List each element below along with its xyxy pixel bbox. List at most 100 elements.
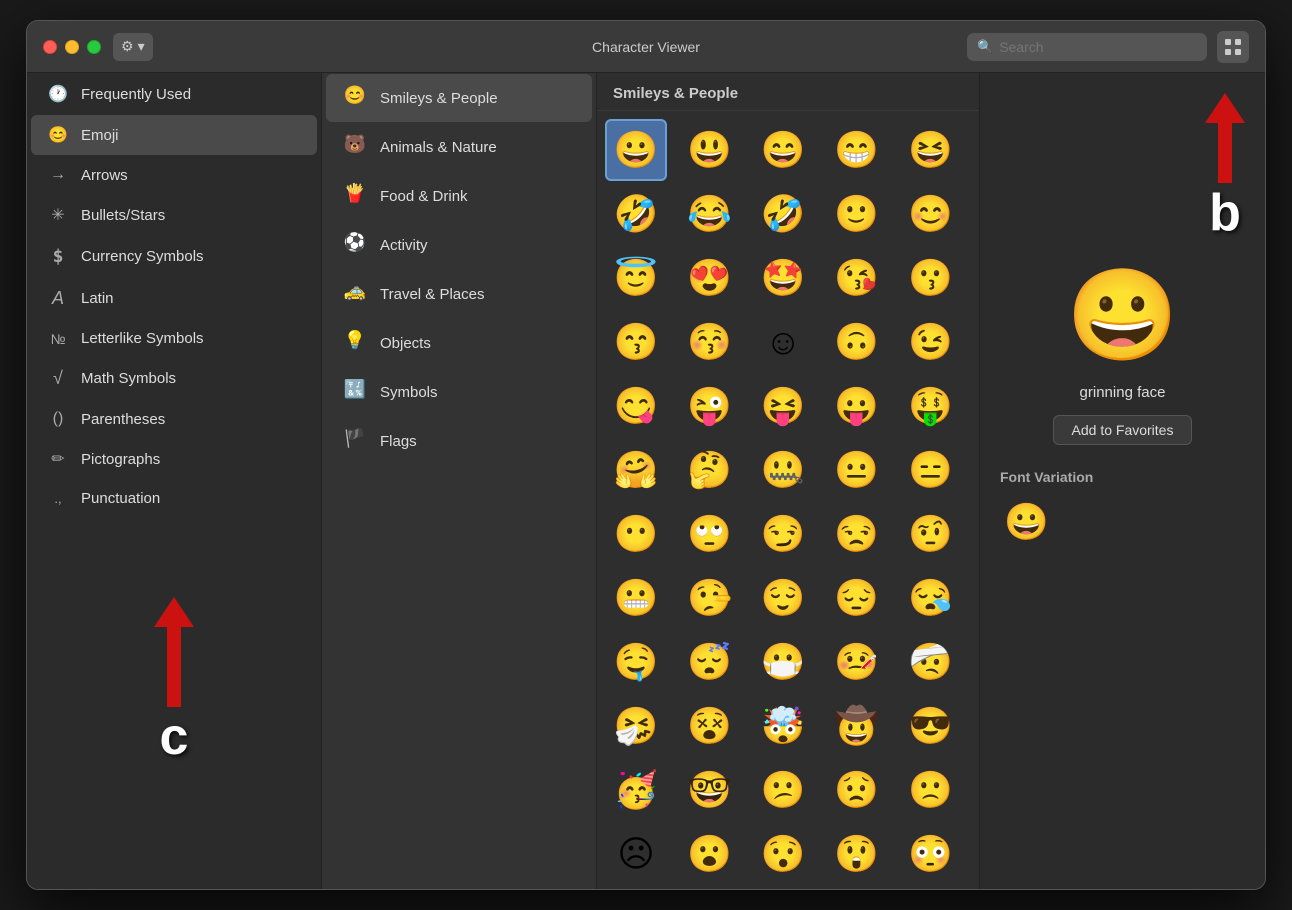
- sidebar-item-latin[interactable]: A Latin: [31, 278, 317, 319]
- gear-button[interactable]: ⚙ ▾: [113, 33, 153, 61]
- add-to-favorites-button[interactable]: Add to Favorites: [1053, 415, 1193, 445]
- emoji-cell[interactable]: 🤐: [752, 439, 814, 501]
- emoji-cell[interactable]: 😊: [899, 183, 961, 245]
- emoji-cell[interactable]: 🤑: [899, 375, 961, 437]
- emoji-cell[interactable]: 😰: [899, 887, 961, 889]
- emoji-cell[interactable]: 😁: [826, 119, 888, 181]
- emoji-cell[interactable]: 😄: [752, 119, 814, 181]
- emoji-cell[interactable]: 😧: [752, 887, 814, 889]
- close-button[interactable]: [43, 40, 57, 54]
- emoji-cell[interactable]: 😯: [752, 823, 814, 885]
- emoji-cell[interactable]: 😪: [899, 567, 961, 629]
- emoji-cell[interactable]: 😵: [679, 695, 741, 757]
- emoji-cell[interactable]: 😃: [679, 119, 741, 181]
- emoji-cell[interactable]: 😝: [752, 375, 814, 437]
- emoji-cell[interactable]: 🤗: [605, 439, 667, 501]
- emoji-cell[interactable]: 🙃: [826, 311, 888, 373]
- middle-item-animals-nature[interactable]: 🐻 Animals & Nature: [326, 123, 592, 171]
- emoji-cell[interactable]: 😎: [899, 695, 961, 757]
- emoji-cell[interactable]: 🙄: [679, 503, 741, 565]
- middle-item-travel-places[interactable]: 🚕 Travel & Places: [326, 270, 592, 318]
- middle-item-flags[interactable]: 🏴 Flags: [326, 417, 592, 465]
- emoji-cell[interactable]: 🤯: [752, 695, 814, 757]
- search-input[interactable]: [999, 39, 1197, 55]
- sidebar-item-arrows[interactable]: → Arrows: [31, 156, 317, 194]
- emoji-cell[interactable]: 😌: [752, 567, 814, 629]
- sidebar-item-pictographs[interactable]: ✏ Pictographs: [31, 439, 317, 479]
- emoji-cell[interactable]: 😬: [605, 567, 667, 629]
- emoji-cell[interactable]: 🤒: [826, 631, 888, 693]
- emoji-cell[interactable]: 🤓: [679, 759, 741, 821]
- emoji-cell[interactable]: 😏: [752, 503, 814, 565]
- sidebar-item-currency-symbols[interactable]: $ Currency Symbols: [31, 236, 317, 277]
- emoji-cell[interactable]: 😀: [605, 119, 667, 181]
- emoji-cell[interactable]: ☺: [752, 311, 814, 373]
- emoji-cell[interactable]: ☹: [605, 823, 667, 885]
- font-variation-item[interactable]: 😀: [1000, 497, 1053, 547]
- emoji-cell[interactable]: 😐: [826, 439, 888, 501]
- emoji-cell[interactable]: 🥺: [605, 887, 667, 889]
- sidebar-item-bullets-stars[interactable]: ✳ Bullets/Stars: [31, 195, 317, 235]
- middle-item-activity[interactable]: ⚽ Activity: [326, 221, 592, 269]
- sidebar-item-math-symbols[interactable]: √ Math Symbols: [31, 358, 317, 399]
- sidebar-item-emoji[interactable]: 😊 Emoji: [31, 115, 317, 155]
- emoji-cell[interactable]: 😍: [679, 247, 741, 309]
- minimize-button[interactable]: [65, 40, 79, 54]
- grid-icon-button[interactable]: [1217, 31, 1249, 63]
- sidebar-item-letterlike-symbols[interactable]: № Letterlike Symbols: [31, 320, 317, 357]
- emoji-cell[interactable]: 🤩: [752, 247, 814, 309]
- emoji-cell[interactable]: 😔: [826, 567, 888, 629]
- emoji-cell[interactable]: 🙂: [826, 183, 888, 245]
- emoji-cell[interactable]: 🤔: [679, 439, 741, 501]
- emoji-cell[interactable]: 😲: [826, 823, 888, 885]
- emoji-cell[interactable]: 🥳: [605, 759, 667, 821]
- emoji-cell[interactable]: 🤤: [605, 631, 667, 693]
- search-box[interactable]: 🔍: [967, 33, 1207, 61]
- sidebar-label-currency: Currency Symbols: [81, 248, 204, 265]
- emoji-cell[interactable]: 😴: [679, 631, 741, 693]
- emoji-cell[interactable]: 😷: [752, 631, 814, 693]
- emoji-cell[interactable]: 😘: [826, 247, 888, 309]
- sidebar-item-parentheses[interactable]: () Parentheses: [31, 400, 317, 438]
- sidebar-item-punctuation[interactable]: ., Punctuation: [31, 480, 317, 517]
- emoji-cell[interactable]: 😉: [899, 311, 961, 373]
- punctuation-icon: .,: [47, 491, 69, 506]
- emoji-cell[interactable]: 😆: [899, 119, 961, 181]
- middle-label-food: Food & Drink: [380, 188, 468, 205]
- middle-item-smileys-people[interactable]: 😊 Smileys & People: [326, 74, 592, 122]
- arrow-c-container: [154, 597, 194, 707]
- sidebar-label-pictographs: Pictographs: [81, 451, 160, 468]
- emoji-cell[interactable]: 🤥: [679, 567, 741, 629]
- emoji-cell[interactable]: 😙: [605, 311, 667, 373]
- emoji-cell[interactable]: 🤣: [605, 183, 667, 245]
- middle-item-symbols[interactable]: 🔣 Symbols: [326, 368, 592, 416]
- emoji-cell[interactable]: 😜: [679, 375, 741, 437]
- food-icon: 🍟: [342, 183, 368, 209]
- middle-item-food-drink[interactable]: 🍟 Food & Drink: [326, 172, 592, 220]
- emoji-cell[interactable]: 😋: [605, 375, 667, 437]
- emoji-cell[interactable]: 😟: [826, 759, 888, 821]
- sidebar-item-frequently-used[interactable]: 🕐 Frequently Used: [31, 74, 317, 114]
- emoji-cell[interactable]: 😕: [752, 759, 814, 821]
- emoji-cell[interactable]: 🤕: [899, 631, 961, 693]
- emoji-cell[interactable]: 😒: [826, 503, 888, 565]
- emoji-cell[interactable]: 😇: [605, 247, 667, 309]
- emoji-cell[interactable]: 🤧: [605, 695, 667, 757]
- emoji-cell[interactable]: 😮: [679, 823, 741, 885]
- emoji-cell[interactable]: 🤠: [826, 695, 888, 757]
- emoji-cell[interactable]: 🤣: [752, 183, 814, 245]
- emoji-cell[interactable]: 😑: [899, 439, 961, 501]
- emoji-cell[interactable]: 😳: [899, 823, 961, 885]
- emoji-cell[interactable]: 😚: [679, 311, 741, 373]
- maximize-button[interactable]: [87, 40, 101, 54]
- middle-item-objects[interactable]: 💡 Objects: [326, 319, 592, 367]
- emoji-cell[interactable]: 🤨: [899, 503, 961, 565]
- emoji-cell[interactable]: 😛: [826, 375, 888, 437]
- emoji-cell[interactable]: 😶: [605, 503, 667, 565]
- emoji-cell[interactable]: 😂: [679, 183, 741, 245]
- emoji-cell[interactable]: 😦: [679, 887, 741, 889]
- emoji-cell[interactable]: 😨: [826, 887, 888, 889]
- emoji-cell[interactable]: 😗: [899, 247, 961, 309]
- middle-label-flags: Flags: [380, 433, 417, 450]
- emoji-cell[interactable]: 🙁: [899, 759, 961, 821]
